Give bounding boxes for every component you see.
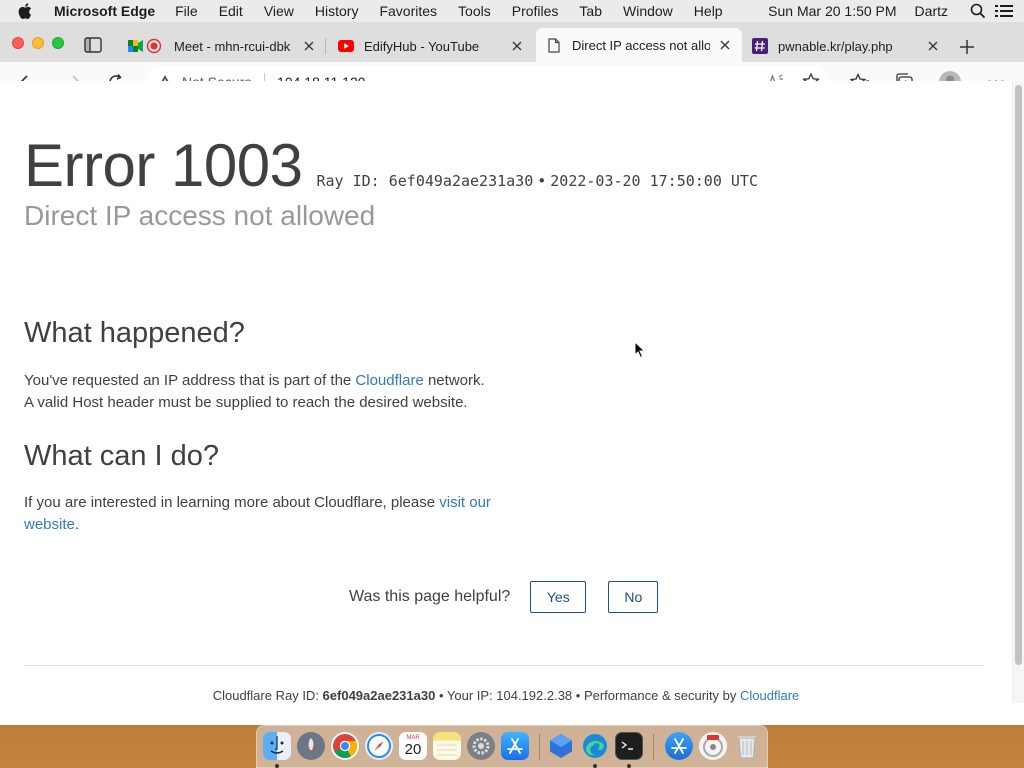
terminal-icon[interactable]: [615, 732, 643, 760]
footer: Cloudflare Ray ID: 6ef049a2ae231a30 • Yo…: [0, 688, 1012, 703]
tab-strip: Meet - mhn-rcui-dbk EdifyHub - YouTube D…: [0, 22, 1024, 62]
page-content: Error 1003 Ray ID: 6ef049a2ae231a30 • 2022…: [0, 81, 1012, 703]
close-icon[interactable]: [510, 39, 524, 53]
hash-icon: [752, 38, 768, 54]
notes-icon[interactable]: [433, 732, 461, 760]
menu-view[interactable]: View: [264, 3, 294, 19]
tab-separator: [325, 38, 326, 54]
what-can-i-do-body: If you are interested in learning more a…: [24, 494, 440, 511]
what-can-i-do-text: If you are interested in learning more a…: [24, 492, 514, 536]
tab-label: Meet - mhn-rcui-dbk: [174, 38, 291, 54]
tab-label: Direct IP access not allowed: [572, 37, 710, 53]
apple-icon[interactable]: [18, 3, 32, 19]
scrollbar-thumb[interactable]: [1015, 85, 1022, 665]
trash-icon[interactable]: [733, 732, 761, 760]
menu-window[interactable]: Window: [623, 3, 673, 19]
what-can-i-do-heading: What can I do?: [24, 440, 220, 472]
menu-history[interactable]: History: [315, 3, 359, 19]
ray-timestamp: 2022-03-20 17:50:00 UTC: [550, 172, 758, 190]
system-preferences-icon[interactable]: [467, 732, 495, 760]
minimize-window-button[interactable]: [32, 37, 44, 49]
footer-divider: [24, 665, 984, 666]
menu-edit[interactable]: Edit: [219, 3, 243, 19]
menu-help[interactable]: Help: [694, 3, 723, 19]
zoom-window-button[interactable]: [52, 37, 64, 49]
what-happened-line1b: network.: [423, 372, 485, 389]
menu-clock[interactable]: Sun Mar 20 1:50 PM: [768, 3, 896, 19]
tab-label: EdifyHub - YouTube: [364, 38, 480, 54]
footer-cloudflare-link[interactable]: Cloudflare: [740, 688, 799, 703]
footer-sep: •: [435, 688, 447, 703]
close-icon[interactable]: [302, 39, 316, 53]
app-name-menu[interactable]: Microsoft Edge: [54, 3, 155, 19]
no-button[interactable]: No: [608, 581, 659, 613]
ray-id-line: Ray ID: 6ef049a2ae231a30 • 2022-03-20 17:5…: [316, 172, 758, 190]
tab-youtube[interactable]: EdifyHub - YouTube: [328, 30, 534, 62]
app-store-icon[interactable]: [501, 732, 529, 760]
menu-file[interactable]: File: [175, 3, 198, 19]
youtube-icon: [338, 38, 354, 54]
safari-icon[interactable]: [365, 732, 393, 760]
close-icon[interactable]: [926, 39, 940, 53]
menu-favorites[interactable]: Favorites: [379, 3, 437, 19]
menu-tab[interactable]: Tab: [579, 3, 602, 19]
dock-separator: [539, 734, 540, 760]
sourcetree-icon[interactable]: [547, 732, 575, 760]
tab-actions-icon[interactable]: [84, 37, 102, 53]
menu-bar: Microsoft Edge File Edit View History Fa…: [0, 0, 1024, 22]
spotlight-search-icon[interactable]: [968, 1, 988, 21]
what-can-i-do-end: .: [74, 516, 80, 533]
chrome-icon[interactable]: [331, 732, 359, 760]
footer-ray-id: 6ef049a2ae231a30: [322, 688, 436, 703]
xcode-icon[interactable]: [665, 732, 693, 760]
finder-icon[interactable]: [263, 732, 291, 760]
tab-meet[interactable]: Meet - mhn-rcui-dbk: [118, 30, 326, 62]
mouse-cursor-icon: [634, 341, 646, 359]
running-indicator: [275, 764, 279, 768]
edge-icon[interactable]: [581, 732, 609, 760]
footer-perf-label: Performance & security by: [583, 688, 741, 703]
calendar-day: 20: [404, 741, 422, 758]
feedback-row: Was this page helpful? Yes No: [349, 581, 680, 613]
running-indicator: [627, 764, 631, 768]
footer-sep: •: [572, 688, 584, 703]
what-happened-line2: A valid Host header must be supplied to …: [24, 394, 468, 411]
disk-utility-icon[interactable]: [699, 732, 727, 760]
error-title-row: Error 1003 Ray ID: 6ef049a2ae231a30 • 2022…: [24, 131, 758, 200]
page-scrollbar[interactable]: [1012, 81, 1024, 703]
tab-label: pwnable.kr/play.php: [778, 38, 893, 54]
close-icon[interactable]: [718, 38, 732, 52]
control-center-icon[interactable]: [994, 1, 1014, 21]
error-subtitle: Direct IP access not allowed: [24, 200, 376, 231]
menu-profiles[interactable]: Profiles: [512, 3, 559, 19]
what-happened-line1a: You've requested an IP address that is p…: [24, 372, 356, 389]
menu-user[interactable]: Dartz: [915, 3, 948, 19]
ray-dot: •: [537, 172, 547, 190]
yes-button[interactable]: Yes: [530, 581, 587, 613]
footer-ip: Your IP: 104.192.2.38: [446, 688, 573, 703]
tab-pwnable[interactable]: pwnable.kr/play.php: [744, 30, 948, 62]
menu-tools[interactable]: Tools: [458, 3, 491, 19]
running-indicator: [593, 764, 597, 768]
helpful-question: Was this page helpful?: [349, 588, 511, 605]
tab-direct-ip[interactable]: Direct IP access not allowed: [536, 28, 742, 62]
dock-separator: [653, 734, 654, 760]
page-icon: [546, 37, 562, 53]
ray-id-text: Ray ID: 6ef049a2ae231a30: [316, 172, 534, 190]
what-happened-text: You've requested an IP address that is p…: [24, 370, 524, 414]
new-tab-icon[interactable]: [958, 38, 976, 56]
footer-ray-label: Cloudflare Ray ID:: [212, 688, 323, 703]
cloudflare-link[interactable]: Cloudflare: [355, 372, 423, 389]
close-window-button[interactable]: [12, 37, 24, 49]
dock: MAR 20: [256, 725, 768, 768]
google-meet-icon: [128, 38, 164, 54]
launchpad-icon[interactable]: [297, 732, 325, 760]
what-happened-heading: What happened?: [24, 317, 245, 349]
calendar-icon[interactable]: MAR 20: [399, 732, 427, 760]
error-code-heading: Error 1003: [24, 132, 303, 199]
